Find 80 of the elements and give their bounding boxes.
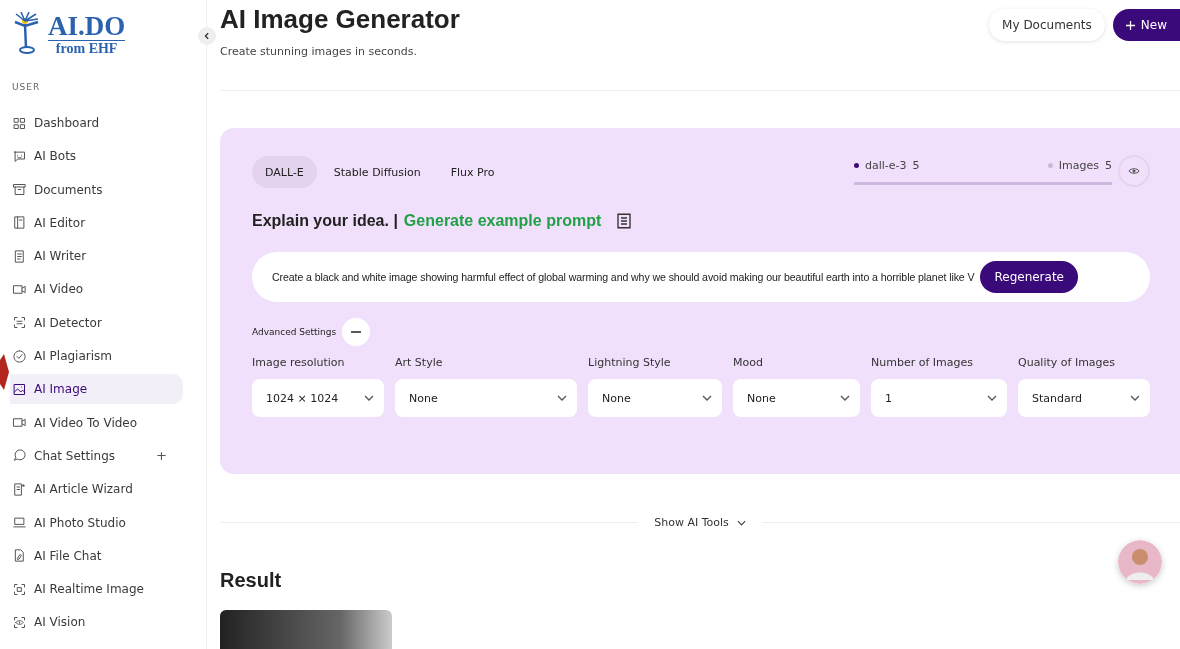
menu-item-icon <box>12 215 27 231</box>
avatar-silhouette-icon[interactable] <box>1118 540 1162 584</box>
menu-item-icon <box>12 182 27 198</box>
menu-item-icon <box>12 481 27 497</box>
sidebar-item[interactable]: AI File Chat <box>10 540 183 571</box>
sidebar-item[interactable]: AI Realtime Image <box>10 574 183 605</box>
menu-item-icon <box>12 348 27 364</box>
sidebar-item[interactable]: AI Photo Studio <box>10 507 183 538</box>
menu-item-icon <box>12 548 27 564</box>
my-documents-button[interactable]: My Documents <box>989 9 1105 41</box>
collapse-settings-button[interactable] <box>342 318 371 346</box>
regenerate-button[interactable]: Regenerate <box>980 261 1078 293</box>
logo-subtitle: from EHF <box>55 41 118 56</box>
model-tab[interactable]: Stable Diffusion <box>320 156 434 188</box>
setting-dropdown[interactable]: 1024 × 1024 <box>252 379 384 417</box>
show-ai-tools-button[interactable]: Show AI Tools <box>654 512 746 533</box>
menu-item-icon <box>12 515 27 531</box>
chevron-left-icon <box>203 32 211 40</box>
stat-value: 5 <box>1105 159 1112 172</box>
sidebar-item[interactable]: Dashboard <box>10 108 183 138</box>
sidebar-item[interactable]: AI Video To Video <box>10 407 183 438</box>
setting-label: Mood <box>733 356 764 369</box>
chevron-down-icon <box>557 395 567 401</box>
sidebar-item[interactable]: AI Image <box>10 374 183 405</box>
model-tab[interactable]: DALL-E <box>252 156 317 188</box>
setting-dropdown[interactable]: 1 <box>871 379 1007 417</box>
menu-item-icon <box>12 282 27 297</box>
new-button[interactable]: New <box>1112 9 1180 41</box>
document-lines-icon <box>615 212 634 230</box>
menu-item-icon <box>12 448 27 464</box>
prompt-field[interactable]: Create a black and white image showing harmful effect of global warming and why we should avoid making our beautiful earth into a horrible planet like V Regenerate <box>252 252 1150 302</box>
chevron-down-icon <box>736 519 746 526</box>
sidebar-item[interactable]: AI Article Wizard <box>10 474 183 505</box>
stat-label: Images <box>1058 159 1099 172</box>
setting-label: Art Style <box>395 356 444 369</box>
sidebar-item[interactable]: AI Plagiarism <box>10 341 183 372</box>
setting-dropdown[interactable]: None <box>588 379 722 417</box>
chevron-down-icon <box>840 395 850 401</box>
menu-item-icon <box>12 248 27 264</box>
collapse-button[interactable] <box>198 27 216 45</box>
model-tab[interactable]: Flux Pro <box>437 156 508 188</box>
result-heading: Result <box>220 569 283 592</box>
expand-toggle[interactable]: + <box>156 448 167 464</box>
stat-value: 5 <box>912 159 920 172</box>
minus-icon <box>351 331 362 333</box>
menu-item-icon <box>12 581 27 597</box>
sidebar-item[interactable]: AI Writer <box>10 241 183 272</box>
sidebar-item[interactable]: AI Editor <box>10 207 183 238</box>
setting-label: Quality of Images <box>1018 356 1117 369</box>
menu-item-icon <box>12 115 27 131</box>
sidebar-item[interactable]: AI Detector <box>10 307 183 338</box>
chevron-down-icon <box>987 395 997 401</box>
prompt-heading: Explain your idea. | <box>252 212 398 230</box>
sidebar-item[interactable]: Chat Settings + <box>10 440 183 471</box>
sidebar-item[interactable]: AI Bots <box>10 141 183 172</box>
setting-label: Lightning Style <box>588 356 672 369</box>
setting-dropdown[interactable]: None <box>395 379 577 417</box>
stat-label: dall-e-3 <box>865 159 907 172</box>
advanced-settings-label: Advanced Settings <box>252 327 337 337</box>
eye-icon <box>1128 165 1140 177</box>
setting-dropdown[interactable]: Standard <box>1018 379 1150 417</box>
menu-item-icon <box>12 315 27 331</box>
setting-dropdown[interactable]: None <box>733 379 860 417</box>
chevron-down-icon <box>702 395 712 401</box>
page-title: AI Image Generator <box>220 4 460 35</box>
sidebar-item[interactable]: AI Vision <box>10 607 183 638</box>
menu-item-icon <box>12 381 27 397</box>
section-label: USER <box>11 81 42 92</box>
page-subtitle: Create stunning images in seconds. <box>220 45 418 58</box>
setting-label: Number of Images <box>871 356 974 369</box>
menu-item-icon <box>12 614 27 630</box>
plus-icon <box>1125 20 1135 30</box>
menu-item-icon <box>12 148 27 164</box>
chevron-down-icon <box>1130 395 1140 401</box>
sidebar-item[interactable]: Documents <box>10 174 183 205</box>
chevron-down-icon <box>364 395 374 401</box>
pointer-arrow-drawing <box>0 354 9 390</box>
setting-label: Image resolution <box>252 356 346 369</box>
logo-title: AI.DO <box>48 12 126 41</box>
sidebar-item[interactable]: AI Video <box>10 274 183 305</box>
